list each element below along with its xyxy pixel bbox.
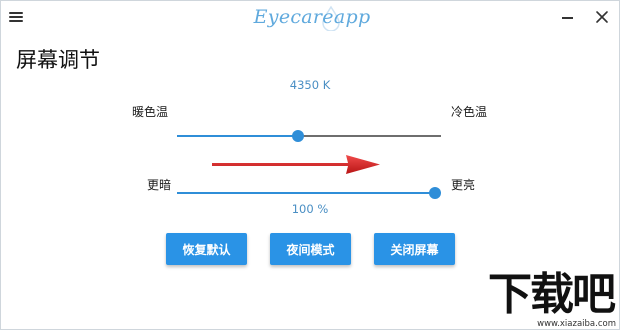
restore-default-button[interactable]: 恢复默认 [166, 233, 247, 265]
cool-color-label: 冷色温 [451, 105, 488, 119]
minimize-button[interactable] [557, 8, 579, 26]
color-temperature-value: 4350 K [289, 78, 331, 92]
night-mode-button[interactable]: 夜间模式 [270, 233, 351, 265]
app-logo-text: Eyecareapp [253, 6, 371, 28]
hamburger-menu-icon[interactable] [9, 12, 23, 22]
page-title: 屏幕调节 [16, 48, 100, 72]
title-bar: Eyecareapp [0, 0, 620, 34]
app-logo: Eyecareapp [254, 2, 370, 32]
slider-thumb[interactable] [292, 130, 305, 142]
slider-fill [177, 192, 435, 194]
watermark-url: www.xiazaiba.com [537, 319, 616, 329]
color-temperature-slider[interactable] [177, 129, 441, 143]
brighter-label: 更亮 [451, 178, 476, 192]
brightness-value: 100 % [291, 202, 329, 216]
site-watermark-logo: 下载吧 www.xiazaiba.com [482, 270, 620, 330]
watermark-text: 下载吧 [488, 269, 616, 320]
turn-off-screen-button[interactable]: 关闭屏幕 [374, 233, 455, 265]
darker-label: 更暗 [147, 178, 172, 192]
slider-fill [177, 135, 299, 137]
brightness-slider[interactable] [177, 186, 441, 200]
red-arrow-annotation [212, 155, 380, 174]
warm-color-label: 暖色温 [132, 105, 169, 119]
close-icon[interactable] [592, 7, 612, 27]
slider-thumb[interactable] [429, 187, 441, 199]
